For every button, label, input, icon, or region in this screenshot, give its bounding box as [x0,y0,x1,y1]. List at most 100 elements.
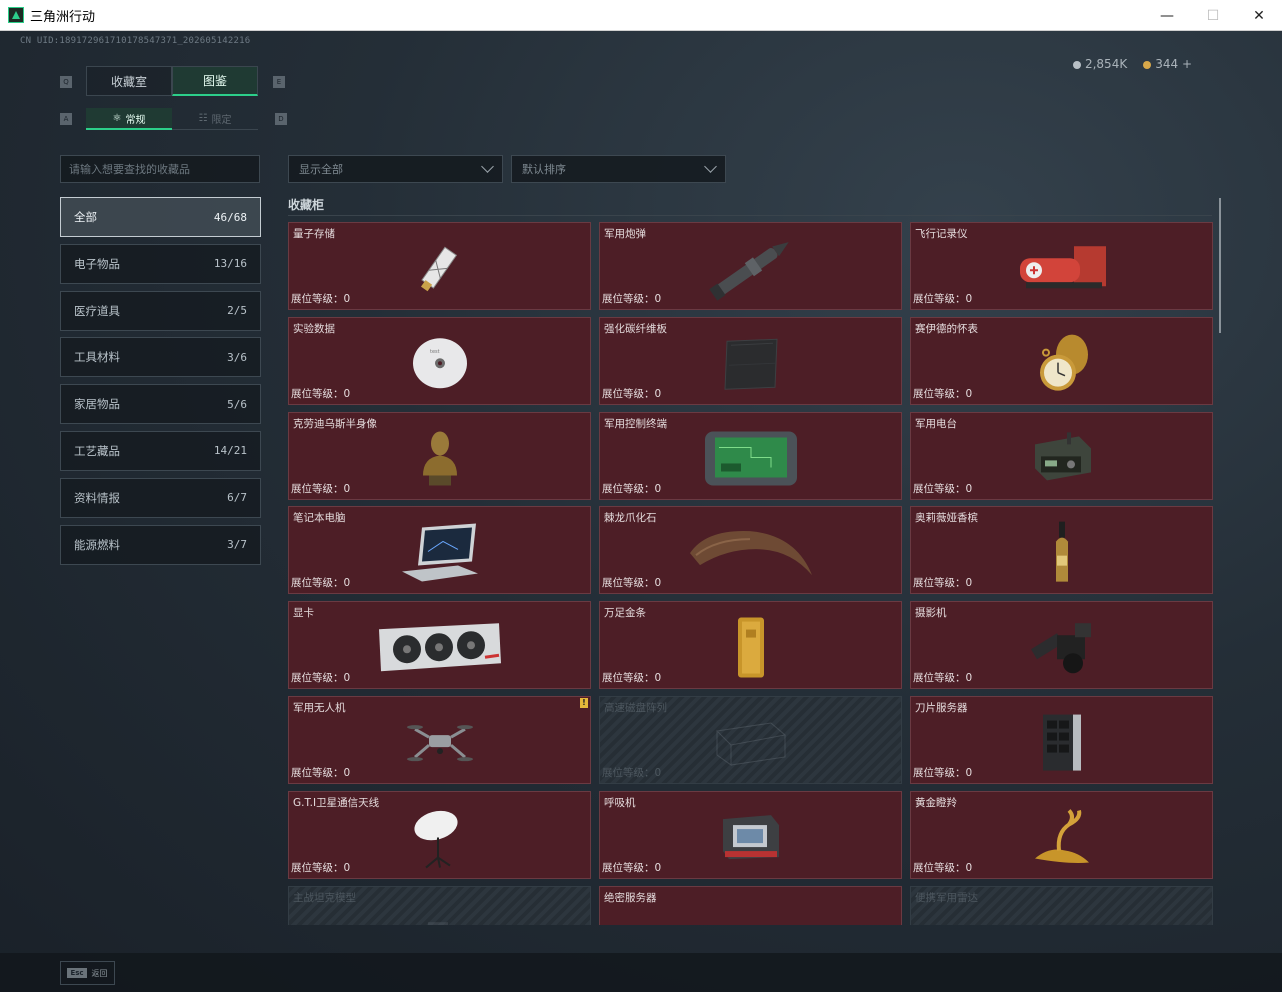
category-count: 3/6 [227,350,247,364]
item-name: 实验数据 [293,322,335,335]
item-card[interactable]: 绝密服务器 [599,885,902,925]
sort-dropdown[interactable]: 默认排序 [511,155,726,183]
add-currency-icon[interactable]: + [1182,57,1192,71]
silver-coin-icon [1072,60,1081,69]
item-name: 赛伊德的怀表 [915,322,978,335]
display-level: 展位等级：0 [913,766,973,779]
item-card[interactable]: 笔记本电脑 展位等级：0 [288,506,591,595]
tab-next-key-hint[interactable]: E [273,76,285,88]
subtab-regular[interactable]: ⚛ 常规 [86,108,172,130]
footer-bar [0,953,1282,992]
window-title: 三角洲行动 [30,9,96,25]
category-all[interactable]: 全部 46/68 [60,197,261,237]
item-name: 强化碳纤维板 [604,322,667,335]
item-name: 奥莉薇娅香槟 [915,512,978,525]
item-card-locked[interactable]: 高速磁盘阵列 展位等级：0 [599,695,902,784]
item-card[interactable]: 奥莉薇娅香槟 展位等级：0 [910,506,1213,595]
category-count: 46/68 [213,210,247,224]
item-name: 呼吸机 [604,796,636,809]
maximize-icon[interactable]: ☐ [1190,0,1236,31]
category-crafts[interactable]: 工艺藏品 14/21 [60,430,261,471]
category-medical[interactable]: 医疗道具 2/5 [60,290,261,331]
display-level: 展位等级：0 [291,293,351,305]
item-card[interactable]: 量子存储 展位等级：0 [288,222,591,310]
category-intel[interactable]: 资料情报 6/7 [60,477,261,518]
item-card[interactable]: 军用电台 展位等级：0 [910,411,1213,500]
display-level: 展位等级：0 [913,387,973,400]
item-card[interactable]: 黄金瞪羚 展位等级：0 [910,790,1213,879]
tab-prev-key-hint[interactable]: Q [60,76,72,88]
radio-icon [1027,428,1097,488]
display-level: 展位等级：0 [913,482,973,495]
display-level: 展位等级：0 [913,577,973,590]
item-card-locked[interactable]: 主战坦克模型 [288,885,591,925]
display-level: 展位等级：0 [602,387,662,400]
currency-bar: 2,854K 344 + [1072,57,1192,71]
tab-catalog[interactable]: 图鉴 [172,66,258,96]
gold-coin-icon [1143,60,1152,69]
subtab-next-key-hint[interactable]: D [275,113,287,125]
display-level: 展位等级：0 [291,482,351,495]
item-card[interactable]: 摄影机 展位等级：0 [910,601,1213,690]
limited-icon: ☷ [198,113,208,124]
display-level: 展位等级：0 [291,387,351,400]
laptop-icon [398,522,482,584]
item-name: 万足金条 [604,607,646,620]
search-input[interactable] [60,155,260,183]
item-card[interactable]: 显卡 展位等级：0 [288,601,591,690]
close-icon[interactable]: ✕ [1236,0,1282,31]
category-energy[interactable]: 能源燃料 3/7 [60,524,261,565]
back-button[interactable]: Esc 返回 [60,961,115,985]
show-filter-dropdown[interactable]: 显示全部 [288,155,503,183]
section-divider [288,215,1212,216]
item-card[interactable]: 刀片服务器 展位等级：0 [910,695,1213,784]
category-label: 家居物品 [74,397,120,412]
item-card[interactable]: 飞行记录仪 展位等级：0 [910,222,1213,310]
chevron-down-icon [704,160,717,173]
item-card[interactable]: 强化碳纤维板 展位等级：0 [599,316,902,405]
item-card[interactable]: 克劳迪乌斯半身像 展位等级：0 [288,411,591,500]
item-name: 刀片服务器 [915,701,968,714]
item-card-locked[interactable]: 便携军用雷达 [910,885,1213,925]
svg-text:test: test [430,349,440,355]
display-level: 展位等级：0 [291,766,351,779]
category-sidebar: 全部 46/68 电子物品 13/16 医疗道具 2/5 工具材料 3/6 家居物品 5/… [60,197,261,571]
item-card[interactable]: 赛伊德的怀表 展位等级：0 [910,316,1213,405]
category-count: 3/7 [227,538,247,552]
subtab-regular-label: 常规 [125,114,146,126]
category-label: 医疗道具 [74,303,120,318]
scrollbar[interactable] [1219,198,1221,333]
category-electronics[interactable]: 电子物品 13/16 [60,243,261,284]
window-titlebar: 三角洲行动 — ☐ ✕ [0,0,1282,31]
item-card[interactable]: 呼吸机 展位等级：0 [599,790,902,879]
flight-recorder-icon [1012,240,1112,296]
item-card[interactable]: G.T.I卫星通信天线 展位等级：0 [288,790,591,879]
item-card[interactable]: 万足金条 展位等级：0 [599,601,902,690]
item-card[interactable]: 实验数据 test 展位等级：0 [288,316,591,405]
category-tools[interactable]: 工具材料 3/6 [60,337,261,378]
item-name: 军用电台 [915,417,957,430]
gold-amount: 344 [1155,57,1179,71]
minimize-icon[interactable]: — [1144,0,1190,31]
subtab-prev-key-hint[interactable]: A [60,113,72,125]
subtab-limited[interactable]: ☷ 限定 [172,108,258,130]
display-level: 展位等级：0 [913,861,973,874]
item-card[interactable]: 军用炮弹 展位等级：0 [599,222,902,310]
tab-collection-room[interactable]: 收藏室 [86,66,172,96]
display-level: 展位等级：0 [602,766,662,779]
item-card[interactable]: 军用无人机 ! 展位等级：0 [288,695,591,784]
category-label: 工艺藏品 [74,443,120,458]
gold-currency[interactable]: 344 + [1143,57,1192,71]
app-logo-icon [8,7,24,23]
item-name: 军用无人机 [293,701,346,714]
category-household[interactable]: 家居物品 5/6 [60,384,261,425]
category-label: 电子物品 [74,256,120,271]
display-level: 展位等级：0 [291,672,351,685]
item-card[interactable]: 棘龙爪化石 展位等级：0 [599,506,902,595]
category-count: 2/5 [227,304,247,318]
item-card[interactable]: 军用控制终端 展位等级：0 [599,411,902,500]
silver-currency: 2,854K [1072,57,1127,71]
camera-icon [1027,619,1097,675]
esc-key-hint: Esc [67,968,87,978]
bust-icon [417,427,463,489]
